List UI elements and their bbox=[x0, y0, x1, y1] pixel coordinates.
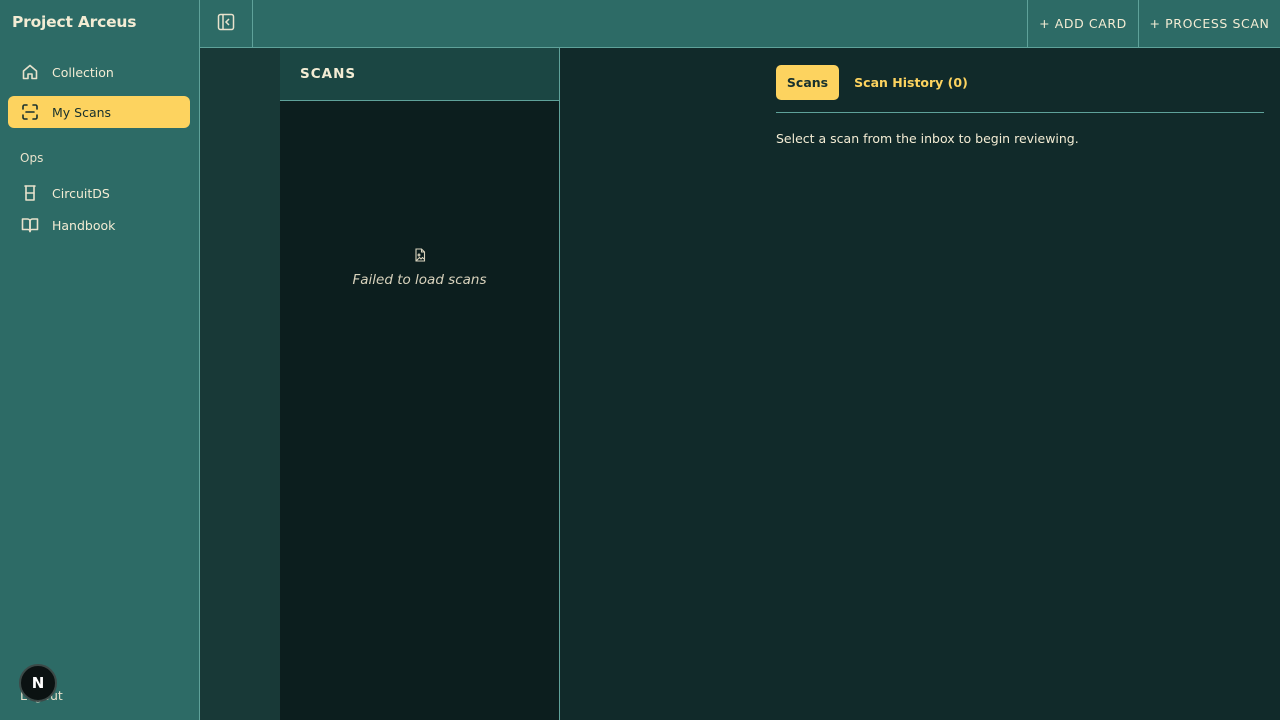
home-icon bbox=[21, 63, 39, 81]
add-card-button[interactable]: + ADD CARD bbox=[1027, 0, 1138, 47]
avatar[interactable]: N bbox=[19, 664, 57, 702]
tab-divider bbox=[776, 112, 1264, 113]
sidebar-collapse-button[interactable] bbox=[200, 0, 253, 47]
beaker-icon bbox=[21, 184, 39, 202]
scans-panel: SCANS Failed to load scans bbox=[280, 48, 560, 720]
sidebar-item-circuitds[interactable]: CircuitDS bbox=[8, 177, 190, 209]
tab-scans[interactable]: Scans bbox=[776, 65, 839, 100]
main-empty-message: Select a scan from the inbox to begin re… bbox=[776, 131, 1079, 146]
process-scan-button[interactable]: + PROCESS SCAN bbox=[1138, 0, 1280, 47]
scan-icon bbox=[21, 103, 39, 121]
book-icon bbox=[21, 216, 39, 234]
sidebar-item-handbook[interactable]: Handbook bbox=[8, 209, 190, 241]
topbar: + ADD CARD + PROCESS SCAN bbox=[200, 0, 1280, 48]
tab-scan-history[interactable]: Scan History (0) bbox=[850, 65, 972, 100]
scans-panel-title: SCANS bbox=[280, 48, 559, 101]
app-title: Project Arceus bbox=[12, 13, 137, 31]
file-image-icon bbox=[413, 247, 427, 262]
gutter bbox=[200, 48, 280, 720]
sidebar-collapse-icon bbox=[217, 13, 235, 35]
scans-empty-message: Failed to load scans bbox=[352, 272, 487, 288]
sidebar-item-label: Collection bbox=[52, 64, 114, 80]
sidebar-item-label: My Scans bbox=[52, 104, 112, 120]
ops-section-label: Ops bbox=[20, 151, 44, 165]
sidebar-item-my-scans[interactable]: My Scans bbox=[8, 96, 190, 128]
sidebar-item-label: Handbook bbox=[52, 217, 116, 233]
sidebar: Project Arceus Collection My Scans Ops C… bbox=[0, 0, 200, 720]
sidebar-item-label: CircuitDS bbox=[52, 185, 110, 201]
sidebar-item-collection[interactable]: Collection bbox=[8, 56, 190, 88]
